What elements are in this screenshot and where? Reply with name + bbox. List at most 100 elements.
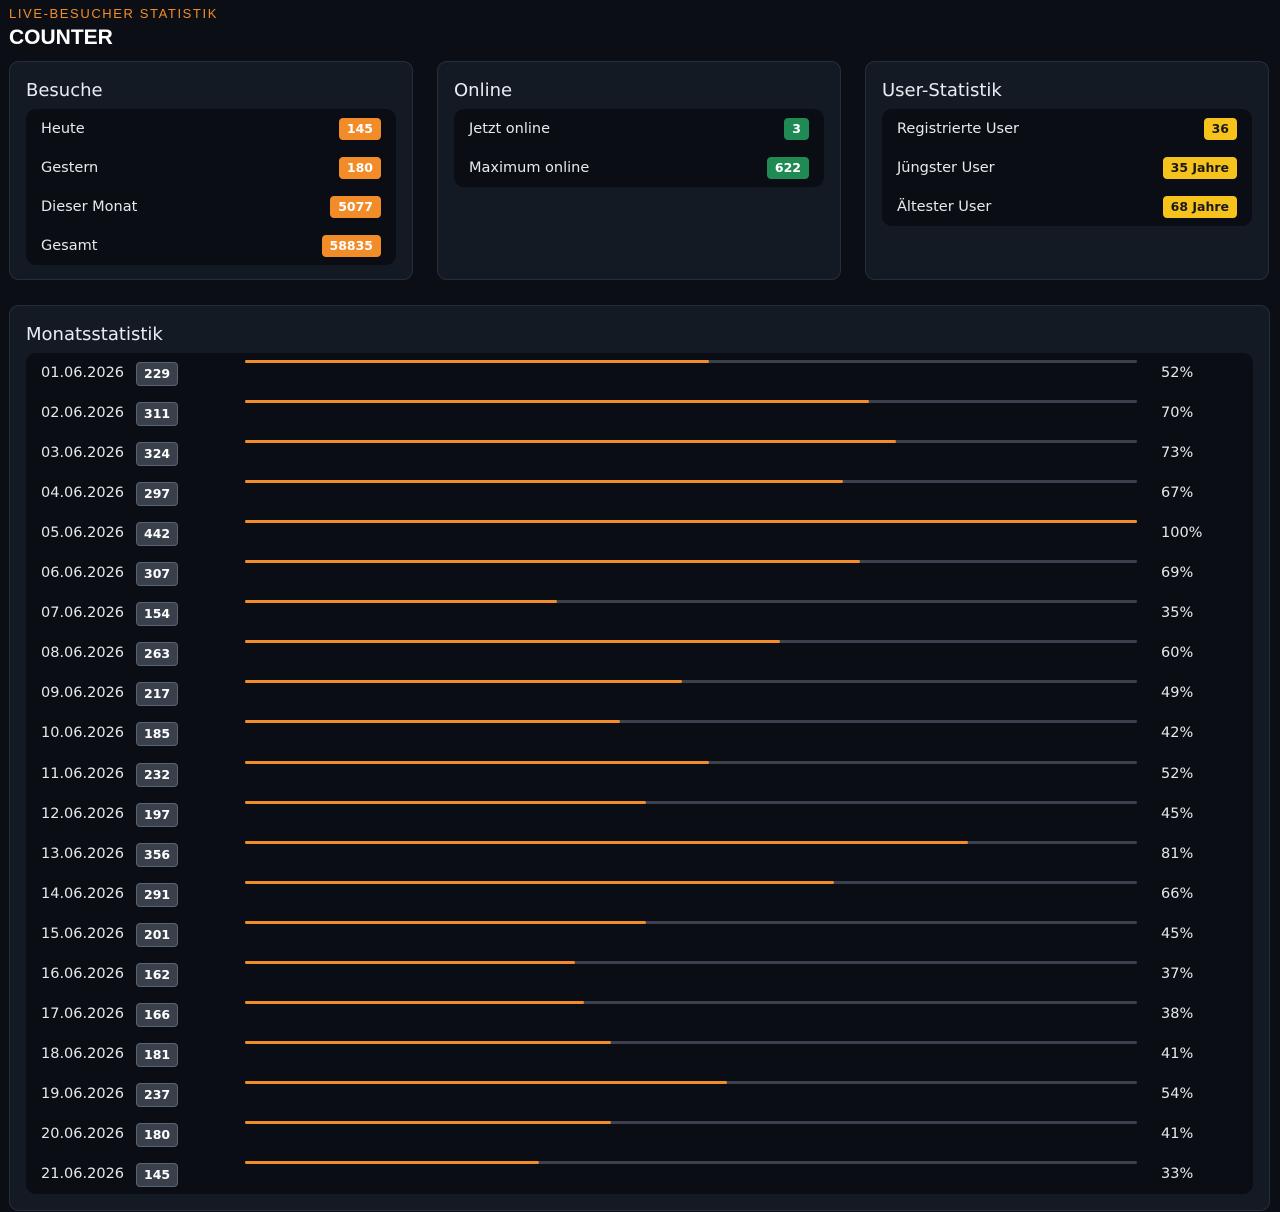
day-date: 09.06.2026 <box>41 685 125 702</box>
day-progress-track <box>245 680 1137 684</box>
day-date: 16.06.2026 <box>41 965 125 982</box>
user-row-label: Jüngster User <box>897 159 995 176</box>
visits-row-label: Heute <box>41 120 85 137</box>
user-stats-card: User-Statistik Registrierte User 36 Jüng… <box>865 61 1269 280</box>
day-row: 15.06.2026 201 45% <box>26 914 1253 954</box>
day-date: 12.06.2026 <box>41 805 125 822</box>
day-progress-fill <box>245 600 558 604</box>
day-progress-fill <box>245 680 683 684</box>
user-row-label: Ältester User <box>897 198 992 215</box>
day-progress-fill <box>245 1161 540 1164</box>
day-visit-count-badge: 166 <box>136 1002 179 1027</box>
day-visit-count-badge: 181 <box>136 1042 179 1067</box>
day-date: 02.06.2026 <box>41 405 125 422</box>
day-row: 02.06.2026 311 70% <box>26 393 1253 433</box>
day-progress-fill <box>245 800 647 804</box>
monthly-stats-card: Monatsstatistik 01.06.2026 229 52% 02.06.20… <box>9 305 1270 1211</box>
monthly-stats-list: 01.06.2026 229 52% 02.06.2026 311 70% 03.06.20… <box>26 353 1253 1194</box>
day-row: 16.06.2026 162 37% <box>26 954 1253 994</box>
day-progress-track <box>245 720 1137 724</box>
online-row-label: Jetzt online <box>469 120 551 137</box>
online-list: Jetzt online 3 Maximum online 622 <box>454 109 824 187</box>
day-progress-track <box>245 960 1137 964</box>
day-progress-track <box>245 480 1137 484</box>
day-date: 05.06.2026 <box>41 525 125 542</box>
day-row: 03.06.2026 324 73% <box>26 433 1253 473</box>
day-percent: 45% <box>1161 925 1194 942</box>
day-progress-fill <box>245 1080 727 1084</box>
day-visit-count-badge: 232 <box>136 762 179 787</box>
day-visit-count-badge: 217 <box>136 682 179 707</box>
day-visit-count-badge: 291 <box>136 882 179 907</box>
day-progress-track <box>245 1161 1137 1164</box>
day-visit-count-badge: 145 <box>136 1163 179 1187</box>
day-progress-track <box>245 440 1137 444</box>
visits-row-label: Dieser Monat <box>41 198 138 215</box>
day-row: 13.06.2026 356 81% <box>26 834 1253 874</box>
day-row: 04.06.2026 297 67% <box>26 473 1253 513</box>
user-stats-card-title: User-Statistik <box>882 80 1002 101</box>
user-row-registered: Registrierte User 36 <box>882 109 1252 148</box>
user-row-oldest: Ältester User 68 Jahre <box>882 187 1252 226</box>
day-percent: 60% <box>1161 645 1194 662</box>
user-registered-badge: 36 <box>1203 117 1237 140</box>
day-row: 14.06.2026 291 66% <box>26 874 1253 914</box>
day-progress-track <box>245 400 1137 404</box>
online-row-now: Jetzt online 3 <box>454 109 824 148</box>
day-percent: 49% <box>1161 685 1194 702</box>
day-percent: 37% <box>1161 965 1194 982</box>
online-row-label: Maximum online <box>469 159 590 176</box>
day-visit-count-badge: 442 <box>136 522 179 547</box>
day-date: 03.06.2026 <box>41 445 125 462</box>
day-date: 07.06.2026 <box>41 605 125 622</box>
day-progress-track <box>245 920 1137 924</box>
visits-card-title: Besuche <box>26 80 103 101</box>
day-date: 01.06.2026 <box>41 365 125 381</box>
day-visit-count-badge: 307 <box>136 562 179 587</box>
day-progress-track <box>245 1120 1137 1124</box>
day-progress-fill <box>245 880 834 884</box>
day-row: 08.06.2026 263 60% <box>26 633 1253 673</box>
day-progress-fill <box>245 640 781 644</box>
day-date: 11.06.2026 <box>41 765 125 782</box>
day-progress-track <box>245 600 1137 604</box>
visits-row-today: Heute 145 <box>26 109 396 148</box>
user-oldest-badge: 68 Jahre <box>1162 195 1237 218</box>
day-date: 21.06.2026 <box>41 1166 125 1182</box>
day-row: 11.06.2026 232 52% <box>26 754 1253 794</box>
day-row: 12.06.2026 197 45% <box>26 794 1253 834</box>
day-percent: 41% <box>1161 1125 1194 1142</box>
day-visit-count-badge: 162 <box>136 962 179 987</box>
day-progress-track <box>245 640 1137 644</box>
day-progress-fill <box>245 1000 584 1004</box>
day-percent: 54% <box>1161 1085 1194 1102</box>
day-progress-track <box>245 1040 1137 1044</box>
day-percent: 45% <box>1161 805 1194 822</box>
day-date: 17.06.2026 <box>41 1005 125 1022</box>
user-row-label: Registrierte User <box>897 120 1019 137</box>
day-percent: 52% <box>1161 365 1194 381</box>
day-percent: 66% <box>1161 885 1194 902</box>
online-now-badge: 3 <box>784 117 809 140</box>
day-date: 10.06.2026 <box>41 725 125 742</box>
day-date: 14.06.2026 <box>41 885 125 902</box>
day-row: 10.06.2026 185 42% <box>26 713 1253 753</box>
user-youngest-badge: 35 Jahre <box>1162 156 1237 179</box>
day-progress-track <box>245 520 1137 524</box>
day-visit-count-badge: 185 <box>136 722 179 747</box>
user-stats-list: Registrierte User 36 Jüngster User 35 Ja… <box>882 109 1252 226</box>
visits-list: Heute 145 Gestern 180 Dieser Monat 5077 … <box>26 109 396 265</box>
day-date: 04.06.2026 <box>41 485 125 502</box>
monthly-stats-card-title: Monatsstatistik <box>26 324 163 345</box>
online-card-title: Online <box>454 80 513 101</box>
day-visit-count-badge: 201 <box>136 922 179 947</box>
header-eyebrow: LIVE-BESUCHER STATISTIK <box>9 6 218 21</box>
day-progress-fill <box>245 480 843 484</box>
day-progress-track <box>245 560 1137 564</box>
day-row: 09.06.2026 217 49% <box>26 673 1253 713</box>
day-progress-track <box>245 880 1137 884</box>
day-date: 08.06.2026 <box>41 645 125 662</box>
day-visit-count-badge: 297 <box>136 482 179 507</box>
day-percent: 69% <box>1161 565 1194 582</box>
day-date: 18.06.2026 <box>41 1045 125 1062</box>
